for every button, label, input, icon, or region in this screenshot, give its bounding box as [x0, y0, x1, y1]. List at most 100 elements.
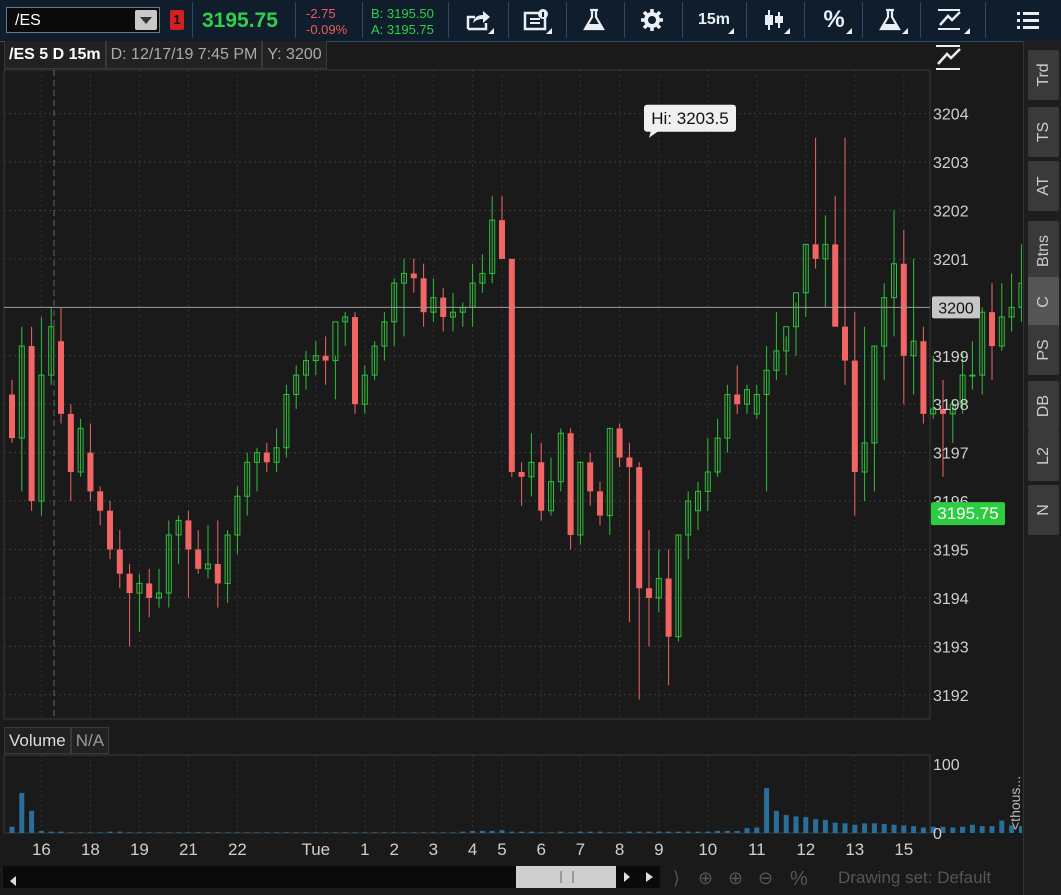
scroll-right-button[interactable]	[620, 866, 634, 888]
candle-body	[685, 500, 692, 536]
volume-bar	[19, 792, 25, 833]
drawings-button[interactable]	[928, 6, 972, 34]
volume-bar	[9, 826, 15, 833]
volume-bar	[136, 832, 142, 833]
volume-bar	[646, 831, 652, 833]
volume-bar	[626, 831, 632, 833]
tab-label: PS	[1034, 339, 1052, 361]
candle-body	[332, 321, 339, 362]
net-change: -2.75	[306, 6, 336, 21]
chart-style-button[interactable]	[756, 6, 792, 34]
volume-bar	[764, 788, 770, 833]
dropdown-corner-icon	[902, 28, 908, 34]
percent-scale-icon[interactable]: %	[790, 868, 808, 891]
volume-bar	[450, 832, 456, 833]
cursor-date-label: D: 12/17/19 7:45 PM	[105, 41, 263, 69]
studies-button[interactable]	[576, 6, 612, 34]
volume-bar	[48, 831, 54, 833]
strategies-button[interactable]	[870, 6, 910, 34]
dropdown-corner-icon	[784, 28, 790, 34]
chart-symbol-title[interactable]: /ES 5 D 15m	[4, 41, 106, 69]
price-panel	[3, 69, 931, 720]
x-tick-label: 5	[497, 840, 506, 859]
tab-ps[interactable]: PS	[1028, 325, 1059, 375]
volume-bar	[313, 832, 319, 833]
candle-body	[675, 534, 682, 638]
volume-bar	[636, 831, 642, 833]
volume-header: Volume N/A	[4, 727, 110, 754]
volume-layer: 0 100	[9, 757, 1022, 843]
candle-body	[930, 408, 937, 415]
candle-body	[381, 321, 388, 347]
candle-body	[626, 457, 633, 468]
candle-body	[910, 340, 917, 357]
symbol-dropdown-icon[interactable]	[135, 10, 157, 30]
volume-bar	[323, 832, 329, 833]
volume-bar	[930, 826, 936, 833]
volume-bar	[528, 831, 534, 833]
alert-badge[interactable]: 1	[170, 10, 184, 30]
x-tick-label: 2	[389, 840, 398, 859]
candle-body	[146, 583, 153, 598]
scroll-end-button[interactable]	[640, 866, 660, 888]
candle-body	[440, 297, 447, 318]
tab-btns[interactable]: Btns	[1028, 221, 1059, 281]
tab-label: DB	[1034, 394, 1052, 418]
toolbar-divider	[624, 2, 625, 38]
zoom-out-icon[interactable]: ⊖	[758, 868, 773, 889]
candle-body	[214, 564, 221, 584]
candle-body	[77, 427, 84, 473]
symbol-selector[interactable]: /ES	[6, 7, 160, 33]
volume-bar	[127, 832, 133, 833]
volume-bar	[734, 830, 740, 833]
candle-body	[881, 297, 888, 347]
tab-db[interactable]: DB	[1028, 381, 1059, 431]
x-tick-label: 4	[468, 840, 477, 859]
tab-at[interactable]: AT	[1028, 161, 1059, 211]
scroll-left-icon[interactable]	[10, 876, 16, 886]
volume-bar	[411, 832, 417, 833]
zoom-in-icon[interactable]: ⊕	[728, 868, 743, 889]
volume-bar	[391, 832, 397, 833]
percent-button[interactable]: %	[814, 6, 854, 34]
chart-header: /ES 5 D 15m D: 12/17/19 7:45 PM Y: 3200	[4, 41, 327, 70]
quick-draw-button[interactable]	[934, 44, 964, 72]
candle-body	[58, 341, 64, 414]
volume-bar	[871, 823, 877, 833]
expand-icon[interactable]: ⟩	[673, 868, 680, 889]
price-axis: 3192 3193 3194 3195 3196 3197 3198 3199 3200 3201…	[933, 107, 969, 705]
share-button[interactable]	[460, 6, 496, 34]
menu-button[interactable]	[1010, 6, 1046, 34]
tab-n[interactable]: N	[1028, 485, 1059, 535]
volume-bar	[489, 830, 495, 833]
volume-title[interactable]: Volume	[4, 727, 71, 754]
crosshair-icon[interactable]: ⊕	[698, 868, 713, 889]
tab-ts[interactable]: TS	[1028, 107, 1059, 157]
candle-body	[655, 578, 662, 599]
tab-trd[interactable]: Trd	[1028, 50, 1059, 100]
volume-bar	[244, 832, 250, 833]
settings-button[interactable]	[634, 6, 670, 34]
tab-c[interactable]: C	[1028, 277, 1059, 327]
volume-bar	[656, 831, 662, 833]
y-tick-label: 3195	[933, 542, 969, 559]
volume-bar	[695, 831, 701, 833]
info-button[interactable]	[518, 6, 554, 34]
candle-body	[538, 462, 545, 511]
volume-bar	[205, 832, 211, 833]
candle-body	[704, 471, 711, 492]
drawing-set-label[interactable]: Drawing set: Default	[838, 868, 991, 888]
candle-body	[283, 394, 290, 449]
volume-bar	[225, 832, 231, 833]
aggregation-button[interactable]: 15m	[692, 6, 736, 34]
price-chart[interactable]: 3192319331943195319631973198319932003201…	[0, 0, 1022, 862]
candle-body	[949, 403, 956, 415]
dropdown-corner-icon	[846, 28, 852, 34]
volume-bar	[78, 832, 84, 833]
tab-l2[interactable]: L2	[1028, 431, 1059, 481]
aggregation-label: 15m	[697, 11, 731, 28]
dropdown-corner-icon	[546, 28, 552, 34]
candle-body	[636, 467, 643, 589]
symbol-input[interactable]: /ES	[15, 12, 41, 30]
volume-bar	[195, 832, 201, 833]
